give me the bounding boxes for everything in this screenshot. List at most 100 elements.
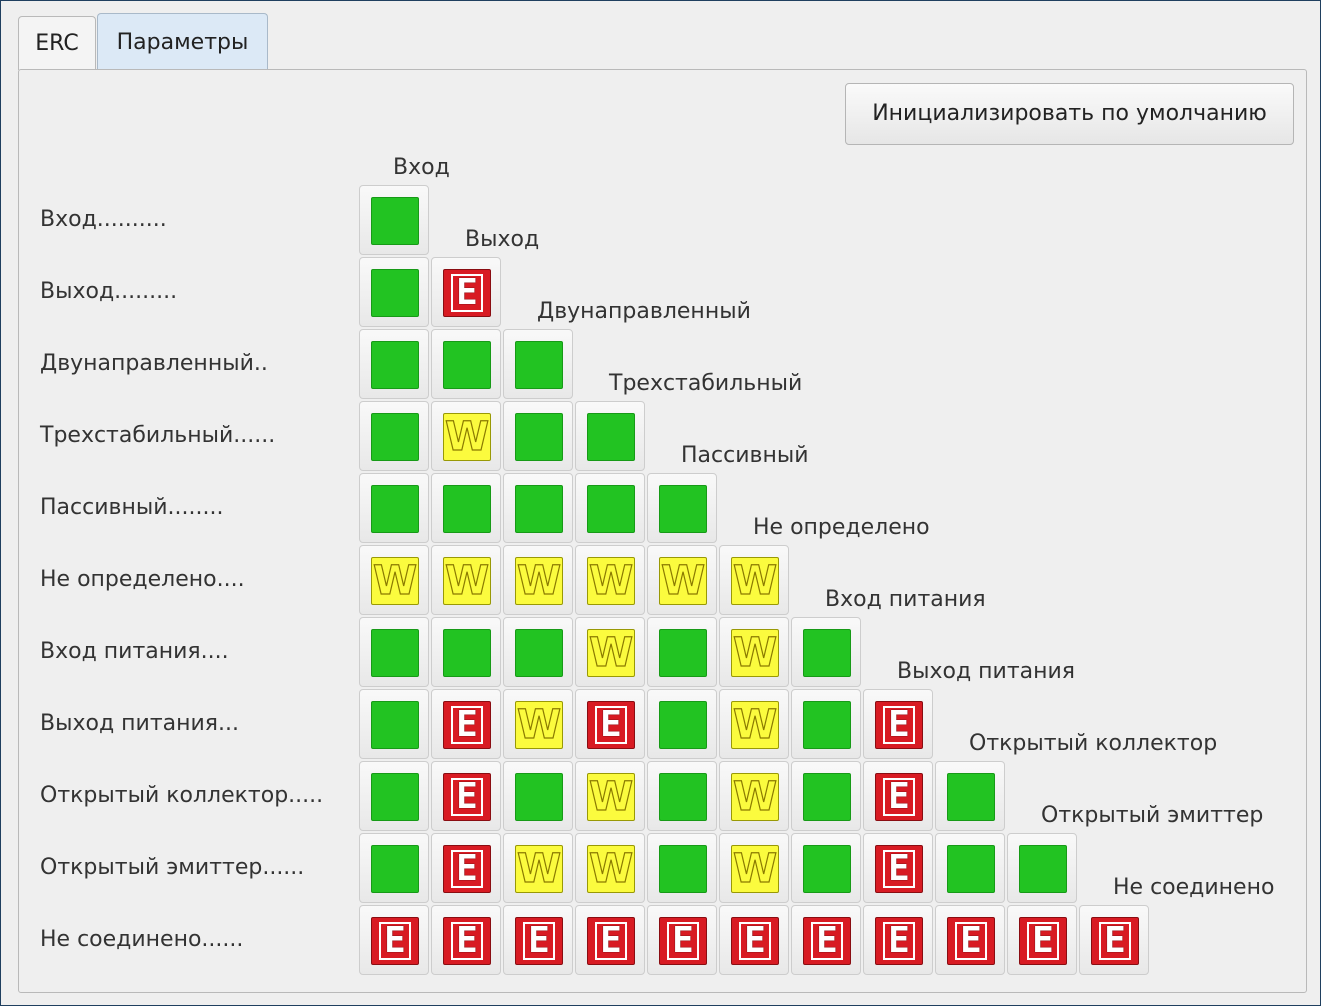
row-label: Открытый эмиттер...... <box>40 855 305 880</box>
erc-cell-button[interactable] <box>359 185 429 255</box>
erc-cell-button[interactable]: W <box>503 689 573 759</box>
error-icon-letter: E <box>883 850 915 888</box>
erc-cell-button[interactable] <box>503 617 573 687</box>
error-icon-letter: E <box>451 778 483 816</box>
ok-icon <box>443 341 491 389</box>
erc-cell-button[interactable] <box>647 833 717 903</box>
error-icon-letter: E <box>451 274 483 312</box>
error-icon: E <box>515 917 563 965</box>
row-label: Выход питания... <box>40 711 240 736</box>
erc-cell-button[interactable]: E <box>575 905 645 975</box>
erc-cell-button[interactable] <box>359 617 429 687</box>
erc-cell-button[interactable]: E <box>359 905 429 975</box>
erc-cell-button[interactable] <box>359 761 429 831</box>
erc-cell-button[interactable]: E <box>791 905 861 975</box>
erc-cell-button[interactable]: W <box>575 761 645 831</box>
erc-cell-button[interactable] <box>431 329 501 399</box>
erc-cell-button[interactable]: E <box>431 761 501 831</box>
erc-cell-button[interactable]: W <box>575 833 645 903</box>
column-label: Не соединено <box>1113 875 1275 900</box>
erc-cell-button[interactable]: W <box>719 761 789 831</box>
erc-cell-button[interactable]: E <box>647 905 717 975</box>
error-icon-letter: E <box>595 706 627 744</box>
erc-cell-button[interactable] <box>647 689 717 759</box>
tab-erc[interactable]: ERC <box>18 16 96 70</box>
tab-parameters[interactable]: Параметры <box>97 13 268 69</box>
erc-cell-button[interactable]: W <box>431 545 501 615</box>
erc-cell-button[interactable]: E <box>431 257 501 327</box>
erc-cell-button[interactable] <box>647 473 717 543</box>
warning-icon: W <box>731 629 779 677</box>
reset-defaults-button[interactable]: Инициализировать по умолчанию <box>845 83 1294 145</box>
erc-cell-button[interactable]: W <box>719 617 789 687</box>
error-icon: E <box>875 845 923 893</box>
erc-cell-button[interactable] <box>359 329 429 399</box>
erc-cell-button[interactable] <box>359 833 429 903</box>
erc-cell-button[interactable] <box>791 761 861 831</box>
row-label: Пассивный........ <box>40 495 224 520</box>
erc-cell-button[interactable] <box>575 473 645 543</box>
erc-cell-button[interactable]: W <box>719 545 789 615</box>
erc-cell-button[interactable]: E <box>863 833 933 903</box>
erc-cell-button[interactable] <box>791 833 861 903</box>
error-icon-letter: E <box>883 922 915 960</box>
erc-cell-button[interactable]: W <box>431 401 501 471</box>
erc-cell-button[interactable] <box>575 401 645 471</box>
error-icon: E <box>875 917 923 965</box>
erc-cell-button[interactable]: W <box>503 833 573 903</box>
ok-icon <box>515 773 563 821</box>
erc-cell-button[interactable] <box>935 761 1005 831</box>
erc-cell-button[interactable] <box>647 617 717 687</box>
row-label: Открытый коллектор..... <box>40 783 324 808</box>
erc-cell-button[interactable]: E <box>719 905 789 975</box>
erc-cell-button[interactable]: E <box>575 689 645 759</box>
erc-cell-button[interactable]: E <box>1007 905 1077 975</box>
erc-cell-button[interactable]: W <box>359 545 429 615</box>
erc-cell-button[interactable]: W <box>503 545 573 615</box>
erc-cell-button[interactable]: E <box>863 905 933 975</box>
erc-cell-button[interactable]: W <box>575 617 645 687</box>
warning-icon: W <box>587 773 635 821</box>
erc-cell-button[interactable] <box>431 617 501 687</box>
error-icon-letter: E <box>1099 922 1131 960</box>
ok-icon <box>371 413 419 461</box>
erc-cell-button[interactable] <box>1007 833 1077 903</box>
erc-cell-button[interactable]: E <box>863 761 933 831</box>
erc-cell-button[interactable] <box>503 329 573 399</box>
erc-cell-button[interactable] <box>647 761 717 831</box>
erc-cell-button[interactable] <box>431 473 501 543</box>
warning-icon: W <box>731 773 779 821</box>
erc-cell-button[interactable]: E <box>431 905 501 975</box>
erc-cell-button[interactable]: E <box>935 905 1005 975</box>
erc-cell-button[interactable]: E <box>431 833 501 903</box>
erc-cell-button[interactable] <box>791 689 861 759</box>
erc-cell-button[interactable] <box>503 473 573 543</box>
error-icon-letter: E <box>595 922 627 960</box>
erc-cell-button[interactable]: W <box>575 545 645 615</box>
erc-cell-button[interactable] <box>791 617 861 687</box>
warning-icon: W <box>587 845 635 893</box>
row-label: Вход питания.... <box>40 639 229 664</box>
erc-cell-button[interactable] <box>935 833 1005 903</box>
ok-icon <box>443 485 491 533</box>
ok-icon <box>515 485 563 533</box>
erc-cell-button[interactable]: W <box>647 545 717 615</box>
ok-icon <box>371 197 419 245</box>
erc-cell-button[interactable]: W <box>719 833 789 903</box>
erc-cell-button[interactable]: E <box>1079 905 1149 975</box>
row-label: Двунаправленный.. <box>40 351 268 376</box>
erc-cell-button[interactable] <box>503 401 573 471</box>
erc-cell-button[interactable]: E <box>431 689 501 759</box>
erc-cell-button[interactable] <box>359 689 429 759</box>
erc-cell-button[interactable]: E <box>863 689 933 759</box>
erc-cell-button[interactable] <box>359 401 429 471</box>
erc-cell-button[interactable]: W <box>719 689 789 759</box>
erc-cell-button[interactable] <box>359 473 429 543</box>
ok-icon <box>371 629 419 677</box>
row-label: Вход.......... <box>40 207 167 232</box>
warning-icon: W <box>515 845 563 893</box>
erc-cell-button[interactable] <box>503 761 573 831</box>
erc-cell-button[interactable] <box>359 257 429 327</box>
ok-icon <box>659 629 707 677</box>
erc-cell-button[interactable]: E <box>503 905 573 975</box>
